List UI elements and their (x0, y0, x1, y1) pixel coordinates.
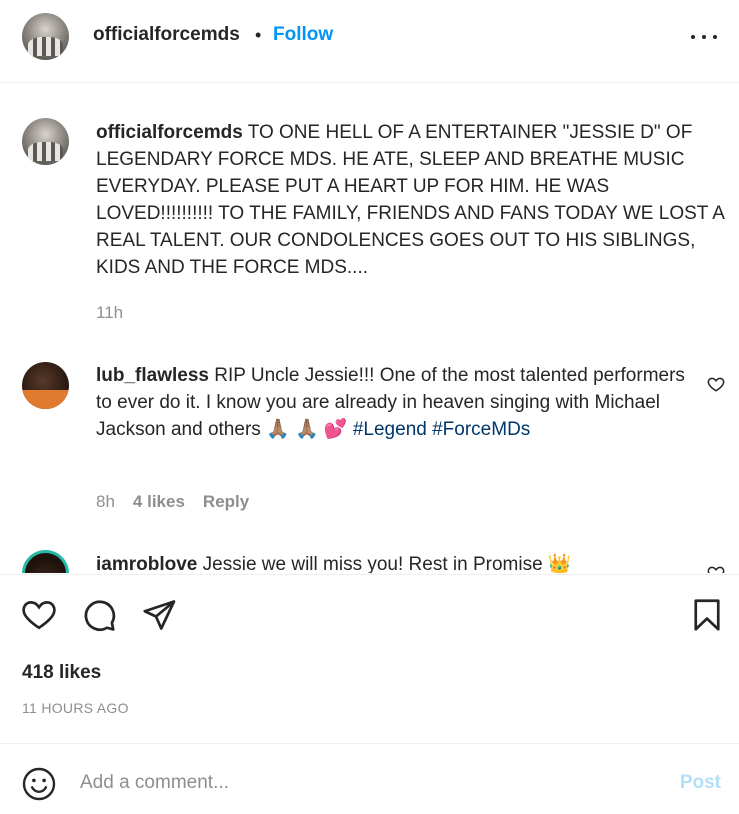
commenter-avatar[interactable] (22, 550, 69, 573)
share-icon[interactable] (141, 597, 177, 633)
comment-username[interactable]: lub_flawless (96, 365, 209, 386)
comment-meta: 8h 4 likes Reply (96, 492, 249, 512)
comment-icon[interactable] (81, 597, 117, 633)
hashtag-link[interactable]: #ForceMDs (432, 419, 530, 440)
comment-body: Jessie we will miss you! Rest in Promise… (197, 554, 572, 573)
post-actions: 418 likes 11 HOURS AGO (0, 574, 739, 744)
heart-icon[interactable] (21, 597, 57, 633)
reply-button[interactable]: Reply (203, 492, 249, 512)
comment-username[interactable]: iamroblove (96, 554, 197, 573)
post-comment-button[interactable]: Post (680, 772, 721, 794)
caption-body: TO ONE HELL OF A ENTERTAINER "JESSIE D" … (96, 122, 724, 278)
comment-input[interactable] (80, 765, 660, 801)
add-comment-bar: Post (0, 745, 739, 814)
post-timestamp: 11 HOURS AGO (22, 700, 129, 716)
separator-dot: • (255, 25, 262, 45)
post-header: officialforcemds • Follow (0, 0, 739, 83)
more-options-icon[interactable] (691, 24, 717, 50)
bookmark-icon[interactable] (689, 597, 725, 633)
comment-like-heart-icon[interactable] (707, 375, 725, 393)
caption-time[interactable]: 11h (96, 303, 123, 323)
caption-text: officialforcemds TO ONE HELL OF A ENTERT… (96, 119, 726, 281)
caption-meta: 11h (96, 303, 123, 323)
comment-text: iamroblove Jessie we will miss you! Rest… (96, 551, 696, 573)
comment-like-heart-icon[interactable] (707, 564, 725, 573)
caption-author-avatar[interactable] (22, 118, 69, 165)
likes-count[interactable]: 418 likes (22, 662, 101, 684)
follow-button[interactable]: Follow (273, 24, 333, 46)
comments-list[interactable]: officialforcemds TO ONE HELL OF A ENTERT… (0, 84, 739, 573)
commenter-avatar[interactable] (22, 362, 69, 409)
caption-username[interactable]: officialforcemds (96, 122, 243, 143)
author-avatar[interactable] (22, 13, 69, 60)
hashtag-link[interactable]: #Legend (353, 419, 427, 440)
comment-time[interactable]: 8h (96, 492, 115, 512)
author-username[interactable]: officialforcemds (93, 24, 240, 46)
emoji-icon[interactable] (21, 766, 57, 802)
comment-likes[interactable]: 4 likes (133, 492, 185, 512)
comment-text: lub_flawless RIP Uncle Jessie!!! One of … (96, 362, 696, 443)
